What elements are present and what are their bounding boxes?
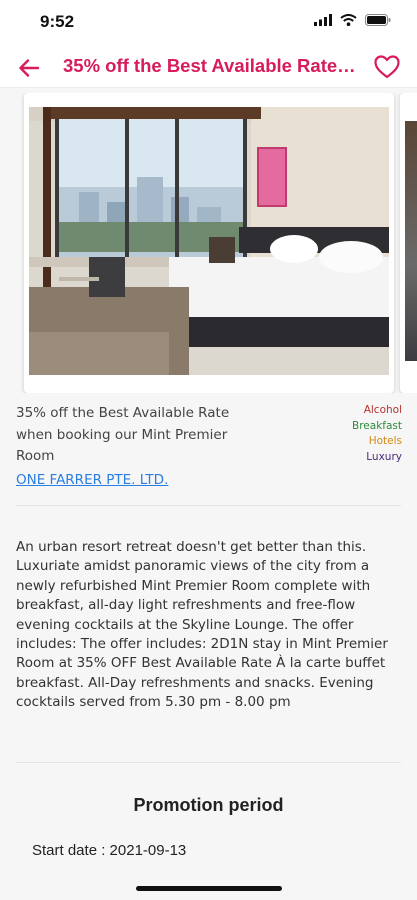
offer-title: 35% off the Best Available Rate when boo… <box>16 405 230 464</box>
photo-gallery[interactable] <box>0 93 417 393</box>
offer-description: An urban resort retreat doesn't get bett… <box>16 539 388 711</box>
room-photo <box>405 121 417 361</box>
tag-breakfast: Breakfast <box>352 419 402 432</box>
tag-luxury: Luxury <box>366 450 402 463</box>
home-indicator[interactable] <box>136 886 282 891</box>
category-tags: Alcohol Breakfast Hotels Luxury <box>352 403 402 465</box>
divider <box>16 762 401 763</box>
app-bar: 35% off the Best Available Rate when boo… <box>0 46 417 88</box>
status-time: 9:52 <box>40 12 75 31</box>
heart-outline-icon[interactable] <box>373 53 401 81</box>
battery-icon <box>365 14 391 26</box>
status-bar: 9:52 <box>0 0 417 46</box>
room-photo-card[interactable] <box>24 93 394 393</box>
signal-icon <box>314 14 332 26</box>
status-icons <box>314 14 391 26</box>
arrow-left-icon[interactable] <box>16 55 42 81</box>
tag-hotels: Hotels <box>368 435 402 447</box>
promotion-period-heading: Promotion period <box>133 795 284 815</box>
page-title: 35% off the Best Available Rate when boo… <box>63 55 359 76</box>
room-photo <box>29 107 389 375</box>
start-date: Start date : 2021-09-13 <box>32 842 187 859</box>
room-photo-card[interactable] <box>400 93 417 393</box>
divider <box>16 505 401 506</box>
company-link[interactable]: ONE FARRER PTE. LTD. <box>16 472 168 488</box>
wifi-icon <box>340 14 357 26</box>
tag-alcohol: Alcohol <box>363 404 402 416</box>
